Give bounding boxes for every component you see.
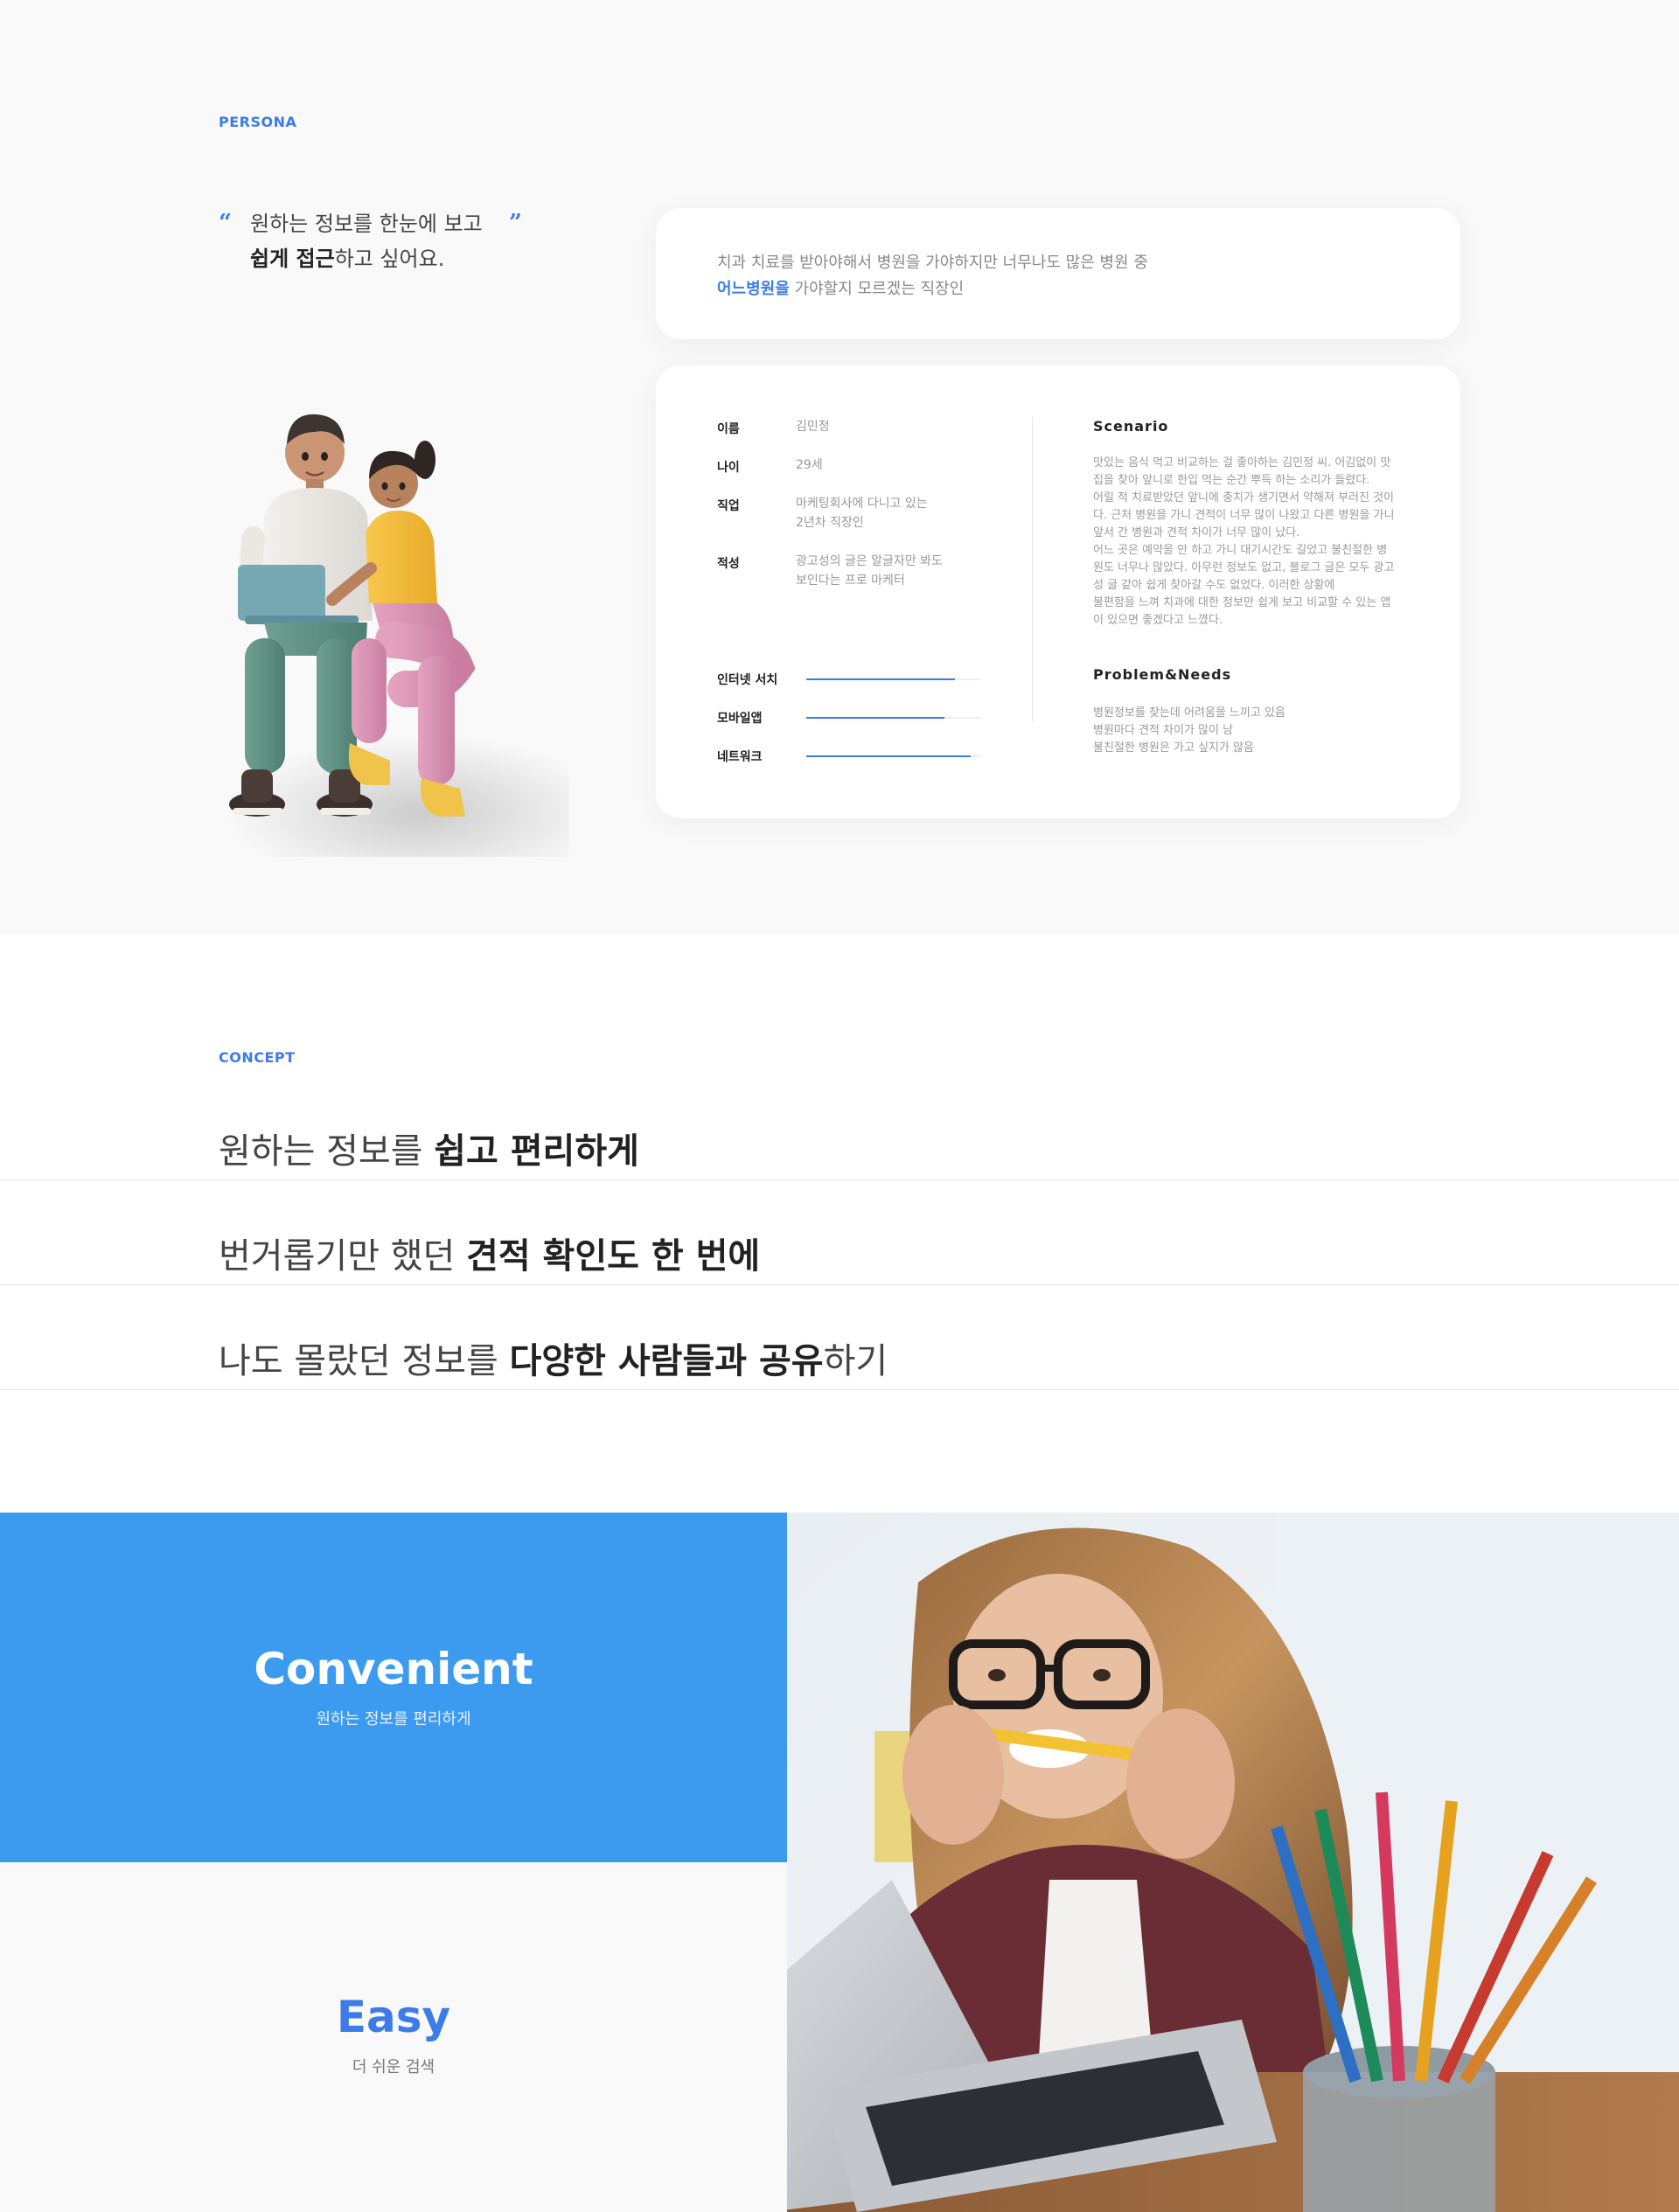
summary-accent: 어느병원을 [717, 280, 790, 298]
feature-title: Easy [336, 1992, 451, 2042]
feature-subtitle: 원하는 정보를 편리하게 [316, 1710, 471, 1729]
concept-text: 나도 몰랐던 정보를 다양한 사람들과 공유하기 [219, 1340, 888, 1382]
info-value-line: 마케팅회사에 다니고 있는 [796, 497, 928, 511]
scenario-line: 원도 너무나 많았다. 아무런 정보도 없고, 블로그 글은 모두 광고 [1093, 561, 1395, 574]
quote-emphasis: 쉽게 접근 [250, 247, 335, 271]
skill-track [806, 678, 981, 680]
info-key: 직업 [717, 499, 740, 513]
concept-text-pre: 원하는 정보를 [219, 1131, 435, 1172]
concept-label: CONCEPT [219, 1049, 296, 1066]
concept-text: 번거롭기만 했던 견적 확인도 한 번에 [219, 1235, 760, 1277]
close-quote-icon: ” [509, 210, 522, 236]
info-key: 이름 [717, 422, 740, 436]
problem-needs-text: 병원정보를 찾는데 어려움을 느끼고 있음 병원마다 견적 차이가 많이 남 불… [1093, 705, 1425, 757]
quote-line-1: 원하는 정보를 한눈에 보고 [250, 212, 483, 236]
needs-line: 병원마다 견적 차이가 많이 남 [1093, 724, 1234, 737]
concept-text-bold: 쉽고 편리하게 [434, 1131, 639, 1172]
quote-line-2: 쉽게 접근하고 싶어요. [250, 248, 444, 269]
info-value-line: 29세 [796, 458, 823, 472]
scenario-line: 집을 찾아 앞니로 한입 먹는 순간 뿌득 하는 소리가 들렸다. [1093, 474, 1370, 487]
summary-line-2: 어느병원을 가야할지 모르겠는 직장인 [717, 276, 964, 299]
skill-label: 네트워크 [717, 750, 763, 764]
scenario-line: 앞서 간 병원과 견적 차이가 너무 많이 났다. [1093, 526, 1300, 539]
concept-text-bold: 견적 확인도 한 번에 [466, 1236, 761, 1276]
info-key: 적성 [717, 557, 740, 571]
concept-text-pre: 번거롭기만 했던 [219, 1236, 467, 1276]
feature-easy: Easy 더 쉬운 검색 [0, 1862, 787, 2212]
summary-line-1: 치과 치료를 받아야해서 병원을 가야하지만 너무나도 많은 병원 중 [717, 254, 1148, 272]
concept-text-pre: 나도 몰랐던 정보를 [219, 1341, 510, 1381]
skill-bar [806, 717, 944, 719]
feature-title: Convenient [254, 1644, 533, 1694]
open-quote-icon: “ [219, 210, 232, 236]
needs-line: 불친절한 병원은 가고 싶지가 않음 [1093, 741, 1254, 755]
concept-row: 원하는 정보를 쉽고 편리하게 [0, 1093, 1679, 1180]
scenario-line: 어릴 적 치료받았던 앞니에 충치가 생기면서 약해져 부러진 것이 [1093, 491, 1395, 504]
scenario-text: 맛있는 음식 먹고 비교하는 걸 좋아하는 김민정 씨. 어김없이 맛 집을 찾… [1093, 455, 1425, 630]
feature-photo [787, 1513, 1679, 2212]
info-value: 마케팅회사에 다니고 있는 2년차 직장인 [796, 494, 928, 532]
info-value: 김민정 [796, 417, 830, 436]
scenario-line: 성 글 같아 쉽게 찾아갈 수도 없었다. 이러한 상황에 [1093, 579, 1335, 592]
problem-needs-title: Problem&Needs [1093, 666, 1232, 683]
needs-line: 병원정보를 찾는데 어려움을 느끼고 있음 [1093, 706, 1285, 720]
persona-profile-card: 이름 김민정 나이 29세 직업 마케팅회사에 다니고 있는 2년차 직장인 적성… [656, 365, 1460, 818]
summary-rest: 가야할지 모르겠는 직장인 [789, 280, 965, 298]
skill-label: 인터넷 서치 [717, 673, 778, 687]
info-value-line: 광고성의 글은 알글자만 봐도 [796, 554, 943, 568]
persona-section: PERSONA “ 원하는 정보를 한눈에 보고 ” 쉽게 접근하고 싶어요. [0, 0, 1679, 934]
info-key: 나이 [717, 461, 740, 475]
quote-rest: 하고 싶어요. [334, 247, 445, 271]
scenario-line: 맛있는 음식 먹고 비교하는 걸 좋아하는 김민정 씨. 어김없이 맛 [1093, 456, 1391, 470]
concept-row: 번거롭기만 했던 견적 확인도 한 번에 [0, 1180, 1679, 1285]
concept-row: 나도 몰랐던 정보를 다양한 사람들과 공유하기 [0, 1285, 1679, 1390]
info-value-line: 보인다는 프로 마케터 [796, 574, 905, 588]
info-value: 29세 [796, 456, 823, 475]
skill-track [806, 755, 981, 757]
feature-convenient: Convenient 원하는 정보를 편리하게 [0, 1513, 787, 1862]
scenario-line: 다. 근처 병원을 가니 견적이 너무 많이 나왔고 다른 병원을 가니 [1093, 509, 1395, 522]
concept-text-bold: 다양한 사람들과 공유 [509, 1341, 824, 1381]
info-value-line: 2년차 직장인 [796, 516, 864, 530]
skill-bar [806, 678, 955, 680]
concept-text-post: 하기 [823, 1341, 888, 1381]
persona-illustration [227, 414, 568, 857]
concept-text: 원하는 정보를 쉽고 편리하게 [219, 1130, 639, 1172]
skill-track [806, 717, 981, 719]
scenario-line: 불편함을 느껴 치과에 대한 정보만 쉽게 보고 비교할 수 있는 앱 [1093, 596, 1391, 609]
feature-subtitle: 더 쉬운 검색 [352, 2058, 435, 2076]
scenario-title: Scenario [1093, 418, 1169, 435]
skill-bar [806, 755, 971, 757]
persona-label: PERSONA [219, 114, 297, 130]
persona-summary-card: 치과 치료를 받아야해서 병원을 가야하지만 너무나도 많은 병원 중 어느병원… [656, 208, 1460, 339]
info-value-line: 김민정 [796, 420, 830, 434]
card-divider [1032, 416, 1033, 722]
scenario-line: 이 있으면 좋겠다고 느꼈다. [1093, 614, 1223, 627]
scenario-line: 어느 곳은 예약을 안 하고 가니 대기시간도 길었고 불친절한 병 [1093, 544, 1388, 557]
skill-label: 모바일앱 [717, 712, 763, 726]
info-value: 광고성의 글은 알글자만 봐도보인다는 프로 마케터 [796, 552, 943, 590]
